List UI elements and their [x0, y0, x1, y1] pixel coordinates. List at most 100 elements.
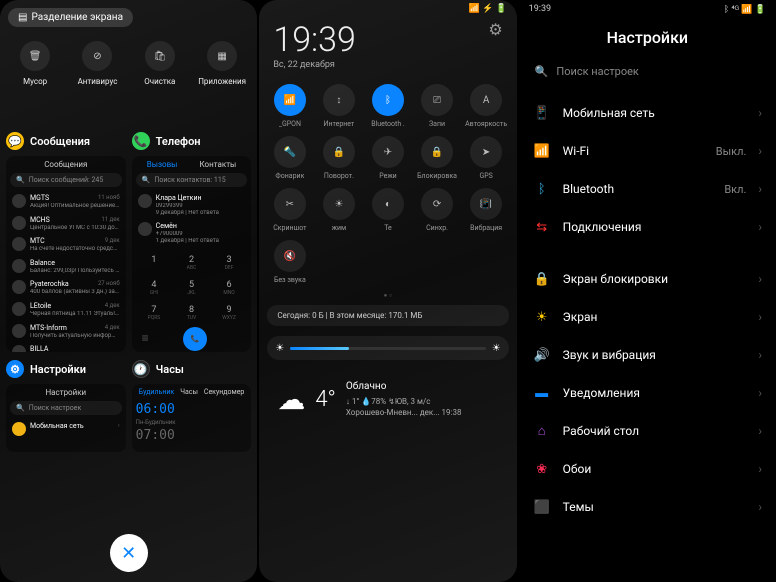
messages-search[interactable]: 🔍Поиск сообщений: 245: [10, 173, 122, 187]
qs-airplane[interactable]: ✈ Режи: [363, 136, 412, 180]
rotate-icon: 🔒: [323, 136, 355, 168]
call-button[interactable]: 📞: [183, 327, 207, 351]
tab-calls[interactable]: Вызовы: [147, 160, 178, 169]
settings-item-mobile[interactable]: 📱 Мобильная сеть ›: [519, 94, 776, 132]
tab-stopwatch[interactable]: Секундомер: [204, 388, 244, 396]
sync-icon: ⟳: [421, 188, 453, 220]
brightness-slider[interactable]: ☀ ☀: [267, 336, 508, 360]
messages-card[interactable]: 💬 Сообщения Сообщения 🔍Поиск сообщений: …: [6, 132, 126, 352]
settings-item-lockscreen[interactable]: 🔒 Экран блокировки ›: [519, 260, 776, 298]
qs-label: Скриншот: [273, 224, 306, 232]
action-antivirus[interactable]: ⊘ Антивирус: [66, 41, 128, 86]
chevron-right-icon: ›: [758, 462, 762, 476]
qs-label: Интернет: [324, 120, 355, 128]
qs-lock[interactable]: 🔒 Блокировка: [413, 136, 462, 180]
settings-item-themes[interactable]: ⬛ Темы ›: [519, 488, 776, 526]
bluetooth-icon: ᛒ: [372, 84, 404, 116]
qs-wifi[interactable]: 📶 _GPON: [265, 84, 314, 128]
qs-theme[interactable]: ◐ Те: [363, 188, 412, 232]
dialkey-4[interactable]: 4GHI: [136, 276, 173, 300]
qs-sync[interactable]: ⟳ Синхр.: [413, 188, 462, 232]
settings-item-bluetooth[interactable]: ᛒ Bluetooth Вкл. ›: [519, 170, 776, 208]
mute-icon: 🔇: [274, 240, 306, 272]
settings-search[interactable]: 🔍Поиск настроек: [10, 401, 122, 415]
action-apps[interactable]: ▦ Приложения: [191, 41, 253, 86]
message-row[interactable]: LEtoile4 дек Чёрная пятница 11.11 Этуаль…: [10, 299, 122, 321]
settings-item-display[interactable]: ☀ Экран ›: [519, 298, 776, 336]
dialkey-5[interactable]: 5JKL: [173, 276, 210, 300]
settings-item-notif[interactable]: ▬ Уведомления ›: [519, 374, 776, 412]
action-trash[interactable]: 🗑 Мусор: [4, 41, 66, 86]
settings-search[interactable]: 🔍 Поиск настроек: [531, 59, 764, 84]
message-row[interactable]: BILLA: [10, 342, 122, 352]
qs-rotate[interactable]: 🔒 Поворот.: [314, 136, 363, 180]
action-cleaner[interactable]: 🛍 Очистка: [129, 41, 191, 86]
qs-mobile-data[interactable]: ↕ Интернет: [314, 84, 363, 128]
qs-screenshot[interactable]: ✂ Скриншот: [265, 188, 314, 232]
clock-icon: 🕐: [132, 360, 150, 378]
themes-label: Темы: [563, 500, 747, 514]
phone-search[interactable]: 🔍Поиск контактов: 115: [136, 173, 248, 187]
dialkey-3[interactable]: 3DEF: [211, 251, 248, 275]
weather-card[interactable]: ☁ 4° Облачно ↓ 1° 💧78% ↯ЮВ, 3 м/с Хороше…: [267, 370, 508, 428]
settings-item-mobile[interactable]: Мобильная сеть: [30, 422, 84, 430]
call-row[interactable]: Семён +7900009 1 декабря | Нет ответа: [136, 219, 248, 247]
qs-gps[interactable]: ➤ GPS: [462, 136, 511, 180]
qs-vibrate[interactable]: 📳 Вибрация: [462, 188, 511, 232]
wifi-icon: 📶: [274, 84, 306, 116]
dialpad[interactable]: 12ABC3DEF 4GHI5JKL6MNO 7PQRS8TUV9WXYZ: [136, 251, 248, 325]
clock-card[interactable]: 🕐 Часы Будильник Часы Секундомер 06:00 П…: [132, 360, 252, 452]
message-row[interactable]: Balance Баланс: 299,03р! Пользуйтесь усл…: [10, 256, 122, 278]
dialkey-6[interactable]: 6MNO: [211, 276, 248, 300]
tab-alarm[interactable]: Будильник: [139, 388, 175, 396]
message-row[interactable]: MGTS11 нояб Акция! Оптимальное решение д…: [10, 191, 122, 213]
chevron-right-icon: ›: [758, 272, 762, 286]
alarm-time-2[interactable]: 07:00: [136, 426, 248, 445]
data-usage-bar[interactable]: Сегодня: 0 Б | В этом месяце: 170.1 МБ: [267, 305, 508, 326]
qs-record[interactable]: ⎚ Запи: [413, 84, 462, 128]
settings-card[interactable]: ⚙ Настройки Настройки 🔍Поиск настроек Мо…: [6, 360, 126, 452]
home-icon: ⌂: [533, 422, 551, 440]
chevron-right-icon: ›: [758, 220, 762, 234]
phone-card[interactable]: 📞 Телефон Вызовы Контакты 🔍Поиск контакт…: [132, 132, 252, 352]
sound-icon: 🔊: [533, 346, 551, 364]
dialkey-7[interactable]: 7PQRS: [136, 301, 173, 325]
qs-mute[interactable]: 🔇 Без звука: [265, 240, 314, 284]
qs-pager[interactable]: ● ○: [259, 290, 516, 301]
wallpaper-label: Обои: [563, 462, 747, 476]
phone-recents-split: ▤ Разделение экрана 🗑 Мусор ⊘ Антивирус …: [0, 0, 257, 582]
split-screen-badge[interactable]: ▤ Разделение экрана: [8, 8, 133, 27]
close-all-button[interactable]: ✕: [110, 534, 148, 572]
message-row[interactable]: MCHS11 дек Центральное УГМС с 10:30 до 2…: [10, 213, 122, 235]
chevron-right-icon: ›: [758, 144, 762, 158]
chevron-right-icon: ›: [758, 424, 762, 438]
settings-item-wifi[interactable]: 📶 Wi-Fi Выкл. ›: [519, 132, 776, 170]
settings-item-wallpaper[interactable]: ❀ Обои ›: [519, 450, 776, 488]
messages-tab: Сообщения: [44, 160, 87, 169]
message-row[interactable]: MTC9 дек На счете недостаточно средств, …: [10, 234, 122, 256]
dialkey-1[interactable]: 1: [136, 251, 173, 275]
chevron-right-icon: ›: [758, 310, 762, 324]
qs-flashlight[interactable]: 🔦 Фонарик: [265, 136, 314, 180]
qs-bluetooth[interactable]: ᛒ Bluetooth .: [363, 84, 412, 128]
home-label: Рабочий стол: [563, 424, 747, 438]
bluetooth-value: Вкл.: [724, 183, 746, 196]
settings-item-conn[interactable]: ⇆ Подключения ›: [519, 208, 776, 246]
call-row[interactable]: Клара Цеткин 09299399 9 декабря | Нет от…: [136, 191, 248, 219]
dialkey-8[interactable]: 8TUV: [173, 301, 210, 325]
mobile-data-icon: ↕: [323, 84, 355, 116]
qs-mode[interactable]: ☀ жим: [314, 188, 363, 232]
settings-gear-icon[interactable]: ⚙: [488, 20, 502, 39]
message-row[interactable]: Pyaterochka27 нояб 400 баллов (активны 3…: [10, 277, 122, 299]
tab-contacts[interactable]: Контакты: [200, 160, 237, 169]
settings-item-sound[interactable]: 🔊 Звук и вибрация ›: [519, 336, 776, 374]
settings-item-home[interactable]: ⌂ Рабочий стол ›: [519, 412, 776, 450]
notif-label: Уведомления: [563, 386, 747, 400]
tab-clock[interactable]: Часы: [180, 388, 198, 396]
menu-icon[interactable]: ≡: [142, 331, 149, 345]
alarm-time-1[interactable]: 06:00: [136, 400, 248, 419]
message-row[interactable]: MTS-Inform4 дек Получить актуальную инфо…: [10, 321, 122, 343]
qs-auto-bright[interactable]: A Автояркость: [462, 84, 511, 128]
dialkey-2[interactable]: 2ABC: [173, 251, 210, 275]
dialkey-9[interactable]: 9WXYZ: [211, 301, 248, 325]
